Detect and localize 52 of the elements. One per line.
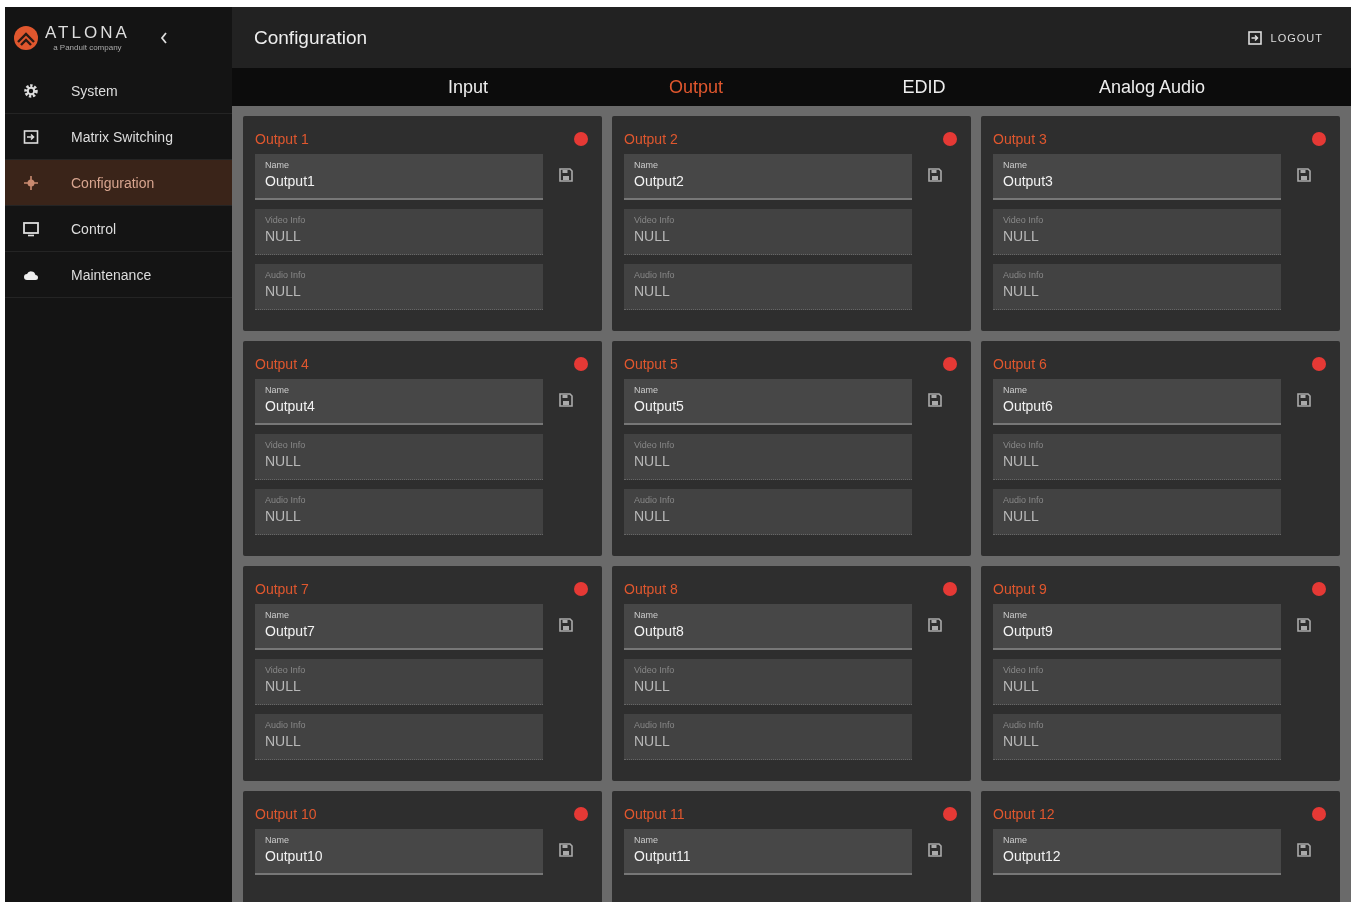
save-button[interactable] <box>1295 841 1313 859</box>
monitor-icon <box>23 220 39 237</box>
input-field[interactable]: Name Output12 <box>993 829 1281 875</box>
crosshair-icon <box>23 174 39 191</box>
save-button[interactable] <box>1295 391 1313 409</box>
save-button[interactable] <box>557 391 575 409</box>
save-button[interactable] <box>926 166 944 184</box>
logout-button[interactable]: LOGOUT <box>1241 29 1329 46</box>
page-title: Configuration <box>254 26 368 49</box>
save-button[interactable] <box>1295 616 1313 634</box>
card-title: Output 4 <box>255 356 309 372</box>
card-title: Output 8 <box>624 581 678 597</box>
gear-icon <box>23 82 39 99</box>
card-title: Output 1 <box>255 131 309 147</box>
card-title: Output 10 <box>255 806 317 822</box>
card-title: Output 6 <box>993 356 1047 372</box>
brand-name: ATLONA <box>45 23 130 43</box>
save-button[interactable] <box>926 841 944 859</box>
input-field[interactable]: Name Output11 <box>624 829 912 875</box>
save-button[interactable] <box>557 616 575 634</box>
save-button[interactable] <box>557 166 575 184</box>
input-field[interactable]: Name Output4 <box>255 379 543 425</box>
input-field[interactable]: Name Output10 <box>255 829 543 875</box>
card-title: Output 5 <box>624 356 678 372</box>
logout-icon <box>1247 30 1262 45</box>
input-field[interactable]: Name Output9 <box>993 604 1281 650</box>
input-field[interactable]: Name Output7 <box>255 604 543 650</box>
tab[interactable]: EDID <box>810 68 1038 106</box>
input-field[interactable]: Name Output8 <box>624 604 912 650</box>
card-title: Output 12 <box>993 806 1055 822</box>
chevron-left-icon <box>159 31 168 44</box>
input-field[interactable]: Name Output6 <box>993 379 1281 425</box>
card-title: Output 11 <box>624 806 685 822</box>
input-field[interactable]: Name Output2 <box>624 154 912 200</box>
tab[interactable]: Analog Audio <box>1038 68 1266 106</box>
save-button[interactable] <box>557 841 575 859</box>
card-title: Output 7 <box>255 581 309 597</box>
card-title: Output 9 <box>993 581 1047 597</box>
tab[interactable]: Input <box>354 68 582 106</box>
brand-tagline: a Panduit company <box>53 43 122 52</box>
input-icon <box>23 128 39 145</box>
card-title: Output 2 <box>624 131 678 147</box>
card-title: Output 3 <box>993 131 1047 147</box>
save-button[interactable] <box>926 391 944 409</box>
save-button[interactable] <box>926 616 944 634</box>
input-field[interactable]: Name Output3 <box>993 154 1281 200</box>
input-field[interactable]: Name Output1 <box>255 154 543 200</box>
input-field[interactable]: Name Output5 <box>624 379 912 425</box>
sidebar-item[interactable]: Configuration <box>5 160 232 206</box>
save-button[interactable] <box>1295 166 1313 184</box>
tab[interactable]: Output <box>582 68 810 106</box>
logo-icon <box>13 24 39 51</box>
